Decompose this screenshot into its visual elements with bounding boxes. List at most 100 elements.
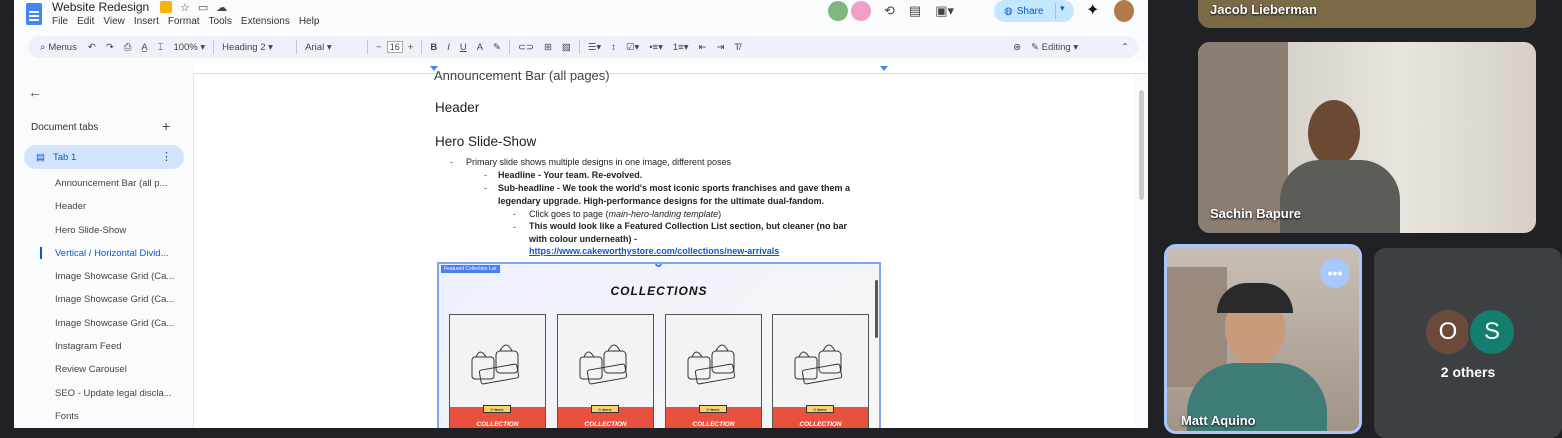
bullet-marker: - (484, 183, 487, 193)
outline-item[interactable]: Fonts (55, 411, 175, 428)
subheadline-line-1: Sub-headline - We took the world's most … (498, 183, 851, 193)
decrease-font-size-icon[interactable]: − (371, 42, 387, 53)
gemini-help-icon[interactable]: ⊛ (1008, 42, 1026, 53)
redo-icon[interactable]: ↷ (101, 42, 119, 53)
collaborator-avatar[interactable] (828, 1, 848, 21)
menu-format[interactable]: Format (168, 16, 200, 27)
toolbar-divider (578, 40, 580, 54)
background-doorway (1198, 42, 1288, 233)
link-icon[interactable]: ⊂⊃ (513, 42, 539, 53)
search-menus-label: Menus (48, 41, 77, 53)
more-options-icon[interactable]: ⋮ (161, 150, 172, 163)
italic-icon[interactable]: I (442, 42, 455, 53)
menu-extensions[interactable]: Extensions (241, 16, 290, 27)
collapse-menus-icon[interactable]: ⌃ (1116, 42, 1134, 53)
outline-item[interactable]: Announcement Bar (all p... (55, 178, 175, 201)
outline-item[interactable]: Review Carousel (55, 364, 175, 387)
collections-link[interactable]: https://www.cakeworthystore.com/collecti… (529, 245, 847, 258)
add-comment-icon[interactable]: ⊞ (539, 42, 557, 53)
toolbar-divider (296, 40, 298, 54)
product-sketch-icon (579, 344, 628, 385)
click-suffix: ) (718, 209, 722, 219)
add-tab-icon[interactable]: + (162, 118, 170, 134)
paint-format-icon[interactable]: ⌶ (153, 42, 169, 53)
tab-1[interactable]: ▤ Tab 1 ⋮ (24, 145, 184, 169)
insert-image-icon[interactable]: ▨ (557, 42, 576, 53)
font-size-input[interactable]: 16 (386, 41, 403, 53)
history-icon[interactable]: ⟲ (884, 3, 895, 19)
clear-formatting-icon[interactable]: T̸ (729, 42, 745, 53)
checklist-icon[interactable]: ☑▾ (621, 42, 644, 53)
product-sketch-icon (471, 344, 520, 385)
document-title[interactable]: Website Redesign (52, 0, 149, 14)
highlight-icon[interactable]: ✎ (488, 42, 506, 53)
participant-tile-jacob[interactable]: Jacob Lieberman (1198, 0, 1536, 28)
participant-tile-sachin[interactable]: Sachin Bapure (1198, 42, 1536, 233)
underline-icon[interactable]: U (455, 42, 472, 53)
print-icon[interactable]: ⎙ (119, 42, 137, 53)
gemini-sparkle-icon[interactable]: ✦ (1086, 0, 1099, 20)
bulleted-list-icon[interactable]: •≡▾ (644, 42, 668, 53)
menu-tools[interactable]: Tools (209, 16, 232, 27)
more-options-icon[interactable]: ••• (1320, 258, 1350, 288)
docs-header: Website Redesign ☆ ▭ ☁ File Edit View In… (14, 0, 1148, 32)
account-avatar[interactable] (1114, 0, 1134, 22)
share-button[interactable]: ◍ Share ▾ (994, 0, 1074, 22)
font-select[interactable]: Arial ▾ (300, 42, 364, 53)
tab-1-label: Tab 1 (52, 151, 77, 163)
search-menus[interactable]: ⌕ Menus (34, 42, 83, 53)
docs-logo-icon[interactable] (26, 3, 42, 25)
menu-help[interactable]: Help (299, 16, 320, 27)
align-icon[interactable]: ☰▾ (583, 42, 606, 53)
bullet-marker: - (513, 222, 516, 232)
label-icon[interactable] (160, 1, 172, 13)
comments-icon[interactable]: ▤ (909, 3, 921, 19)
horizontal-ruler[interactable] (194, 62, 1148, 74)
back-arrow-icon[interactable]: ← (28, 84, 42, 100)
others-tile[interactable]: O S 2 others (1374, 248, 1562, 438)
zoom-select[interactable]: 100% ▾ (168, 42, 210, 53)
menu-view[interactable]: View (103, 16, 125, 27)
document-canvas[interactable]: Announcement Bar (all pages) Header Hero… (194, 68, 1148, 428)
outline-item[interactable]: Image Showcase Grid (Ca... (55, 271, 175, 294)
decrease-indent-icon[interactable]: ⇤ (693, 42, 711, 53)
menu-edit[interactable]: Edit (77, 16, 94, 27)
star-icon[interactable]: ☆ (180, 1, 190, 14)
numbered-list-icon[interactable]: 1≡▾ (668, 42, 694, 53)
outline-item[interactable]: Header (55, 201, 175, 224)
featured-collection-image[interactable]: Featured Collection List COLLECTIONS 0 i… (437, 262, 881, 428)
chevron-down-icon[interactable]: ▾ (1060, 3, 1065, 14)
editing-mode-select[interactable]: ✎ Editing ▾ (1026, 42, 1116, 53)
outline-item[interactable]: Vertical / Horizontal Divid... (55, 248, 175, 271)
search-icon: ⌕ (40, 41, 46, 53)
outline-item[interactable]: Instagram Feed (55, 341, 175, 364)
line-spacing-icon[interactable]: ↕ (606, 42, 621, 53)
document-tabs-heading: Document tabs (31, 122, 99, 133)
outline-item[interactable]: Image Showcase Grid (Ca... (55, 294, 175, 317)
featured-line-2: with colour underneath) - (529, 233, 637, 244)
document-page[interactable]: Announcement Bar (all pages) Header Hero… (194, 68, 1134, 428)
outline-item[interactable]: SEO - Update legal discla... (55, 388, 175, 411)
undo-icon[interactable]: ↶ (83, 42, 101, 53)
right-indent-marker[interactable] (880, 66, 888, 71)
collection-tag: 0 items (699, 405, 727, 413)
increase-indent-icon[interactable]: ⇥ (711, 42, 729, 53)
move-folder-icon[interactable]: ▭ (198, 1, 208, 14)
others-avatar: O (1424, 308, 1472, 356)
participant-video-head (1308, 100, 1360, 166)
menu-insert[interactable]: Insert (134, 16, 159, 27)
meet-icon[interactable]: ▣▾ (935, 3, 954, 19)
menu-file[interactable]: File (52, 16, 68, 27)
cloud-status-icon[interactable]: ☁ (216, 1, 227, 14)
bold-icon[interactable]: B (425, 42, 442, 53)
document-scrollbar[interactable] (1139, 90, 1144, 200)
collaborator-avatar[interactable] (851, 1, 871, 21)
outline-item[interactable]: Hero Slide-Show (55, 225, 175, 248)
outline-item[interactable]: Image Showcase Grid (Ca... (55, 318, 175, 341)
spellcheck-icon[interactable]: A̲ (136, 42, 152, 53)
image-scroll-thumb (875, 280, 878, 338)
text-color-icon[interactable]: A (472, 42, 488, 53)
rotate-handle[interactable] (655, 264, 662, 267)
style-select[interactable]: Heading 2 ▾ (217, 42, 293, 53)
increase-font-size-icon[interactable]: + (403, 42, 419, 53)
